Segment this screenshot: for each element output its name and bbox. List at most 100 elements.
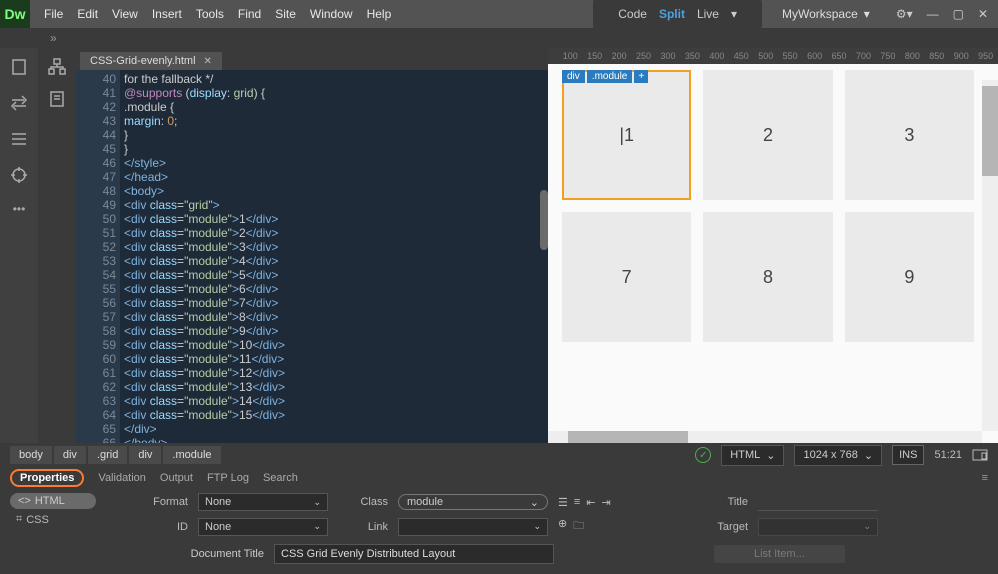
preview-scrollbar-vertical[interactable] — [982, 80, 998, 431]
menu-help[interactable]: Help — [367, 7, 392, 21]
status-bar: bodydiv.griddiv.module ✓ HTML⌄ 1024 x 76… — [0, 443, 998, 467]
main-menu: File Edit View Insert Tools Find Site Window Hel… — [30, 7, 593, 21]
panel-menu-icon[interactable]: ≡ — [982, 472, 988, 484]
viewmode-live[interactable]: Live — [697, 7, 719, 21]
bottom-panel: Properties Validation Output FTP Log Search ≡… — [0, 467, 998, 574]
class-select[interactable]: module⌄ — [398, 494, 548, 510]
menu-edit[interactable]: Edit — [77, 7, 98, 21]
link-tool-icons: ⊕ 🗀 — [558, 517, 678, 536]
cursor-position: 51:21 — [934, 449, 962, 461]
swap-icon[interactable] — [10, 94, 28, 112]
menu-file[interactable]: File — [44, 7, 63, 21]
menu-find[interactable]: Find — [238, 7, 261, 21]
view-mode-switch: Code Split Live ▾ — [593, 0, 762, 28]
device-preview-icon[interactable] — [972, 447, 988, 463]
panel-tab-output[interactable]: Output — [160, 472, 193, 484]
workspace-selector[interactable]: MyWorkspace ▾ — [782, 7, 870, 21]
viewmode-code[interactable]: Code — [618, 7, 647, 21]
document-tabs: CSS-Grid-evenly.html ✕ — [76, 48, 548, 70]
point-to-file-icon[interactable]: ⊕ — [558, 517, 567, 536]
preview-canvas[interactable]: |123 789 div .module + — [548, 64, 998, 443]
list-icon[interactable] — [10, 130, 28, 148]
breadcrumb-item[interactable]: body — [10, 446, 52, 464]
status-ok-icon[interactable]: ✓ — [695, 447, 711, 463]
link-label: Link — [338, 521, 388, 533]
format-label: Format — [108, 496, 188, 508]
id-select[interactable]: None⌄ — [198, 518, 328, 536]
ordered-list-icon[interactable]: ≡ — [574, 496, 580, 509]
preview-scrollbar-horizontal[interactable] — [548, 431, 982, 443]
menu-view[interactable]: View — [112, 7, 138, 21]
ruler: 1001502002503003504004505005506006507007… — [548, 48, 998, 64]
preview-cell[interactable]: 8 — [703, 212, 832, 342]
page-icon[interactable] — [48, 90, 66, 108]
tree-icon[interactable] — [48, 58, 66, 76]
sub-toolbar: » — [0, 28, 998, 48]
menu-site[interactable]: Site — [275, 7, 296, 21]
menu-window[interactable]: Window — [310, 7, 353, 21]
live-preview: 1001502002503003504004505005506006507007… — [548, 48, 998, 443]
app-logo: Dw — [0, 0, 30, 28]
breadcrumb: bodydiv.griddiv.module — [10, 446, 223, 464]
viewmode-split[interactable]: Split — [659, 7, 685, 21]
preview-cell[interactable]: 9 — [845, 212, 974, 342]
id-label: ID — [108, 521, 188, 533]
target-icon[interactable] — [10, 166, 28, 184]
list-item-button[interactable]: List Item... — [714, 545, 845, 563]
outdent-icon[interactable]: ⇤ — [586, 496, 595, 509]
insert-mode[interactable]: INS — [892, 445, 924, 465]
preview-cell[interactable]: 3 — [845, 70, 974, 200]
preview-cell[interactable]: |1 — [562, 70, 691, 200]
menu-insert[interactable]: Insert — [152, 7, 182, 21]
doc-title-input[interactable] — [274, 544, 554, 564]
doctype-select[interactable]: HTML⌄ — [721, 445, 784, 466]
code-area[interactable]: 40 41 42 43 44 45 46 47 48 49 50 51 52 5… — [76, 70, 548, 443]
panel-tab-validation[interactable]: Validation — [98, 472, 146, 484]
target-select[interactable]: ⌄ — [758, 518, 878, 536]
element-selector-hint[interactable]: div .module + — [562, 70, 648, 83]
menu-tools[interactable]: Tools — [196, 7, 224, 21]
add-selector-icon[interactable]: + — [634, 70, 648, 83]
close-tab-icon[interactable]: ✕ — [204, 56, 212, 67]
code-icon: <> — [18, 495, 31, 507]
selector-tag: div — [562, 70, 585, 83]
restore-icon[interactable]: ▢ — [953, 7, 964, 21]
preview-cell[interactable]: 2 — [703, 70, 832, 200]
panel-tabs: Properties Validation Output FTP Log Search ≡ — [10, 467, 988, 489]
css-mode-button[interactable]: ⌗ CSS — [10, 513, 96, 526]
breadcrumb-item[interactable]: div — [129, 446, 161, 464]
preview-cell[interactable]: 7 — [562, 212, 691, 342]
text-format-icons: ☰ ≡ ⇤ ⇥ — [558, 496, 678, 509]
link-input[interactable]: ⌄ — [398, 518, 548, 536]
scrollbar-thumb[interactable] — [540, 190, 548, 250]
title-label: Title — [688, 496, 748, 508]
browse-folder-icon[interactable]: 🗀 — [573, 517, 584, 536]
breadcrumb-item[interactable]: .module — [163, 446, 220, 464]
title-input[interactable] — [758, 493, 878, 511]
class-label: Class — [338, 496, 388, 508]
panel-tab-properties[interactable]: Properties — [10, 469, 84, 487]
html-mode-button[interactable]: <> HTML — [10, 493, 96, 509]
breadcrumb-item[interactable]: div — [54, 446, 86, 464]
document-tab[interactable]: CSS-Grid-evenly.html ✕ — [80, 52, 222, 70]
expand-icon[interactable]: » — [0, 31, 57, 45]
viewport-size-select[interactable]: 1024 x 768⌄ — [794, 445, 882, 466]
selector-class: .module — [587, 70, 633, 83]
minimize-icon[interactable]: — — [927, 7, 939, 21]
gear-icon[interactable]: ⚙▾ — [896, 7, 913, 21]
format-select[interactable]: None⌄ — [198, 493, 328, 511]
breadcrumb-item[interactable]: .grid — [88, 446, 127, 464]
panel-tab-ftp-log[interactable]: FTP Log — [207, 472, 249, 484]
code-text[interactable]: for the fallback */@supports (display: g… — [120, 70, 548, 443]
target-label: Target — [688, 521, 748, 533]
sidebar-tools-left: ••• — [0, 48, 38, 443]
top-menu-bar: Dw File Edit View Insert Tools Find Site Window… — [0, 0, 998, 28]
close-icon[interactable]: ✕ — [978, 7, 988, 21]
file-icon[interactable] — [10, 58, 28, 76]
panel-tab-search[interactable]: Search — [263, 472, 298, 484]
tab-label: CSS-Grid-evenly.html — [90, 55, 196, 67]
more-icon[interactable]: ••• — [13, 202, 26, 216]
chevron-down-icon[interactable]: ▾ — [731, 7, 737, 21]
indent-icon[interactable]: ⇥ — [602, 496, 611, 509]
unordered-list-icon[interactable]: ☰ — [558, 496, 568, 509]
